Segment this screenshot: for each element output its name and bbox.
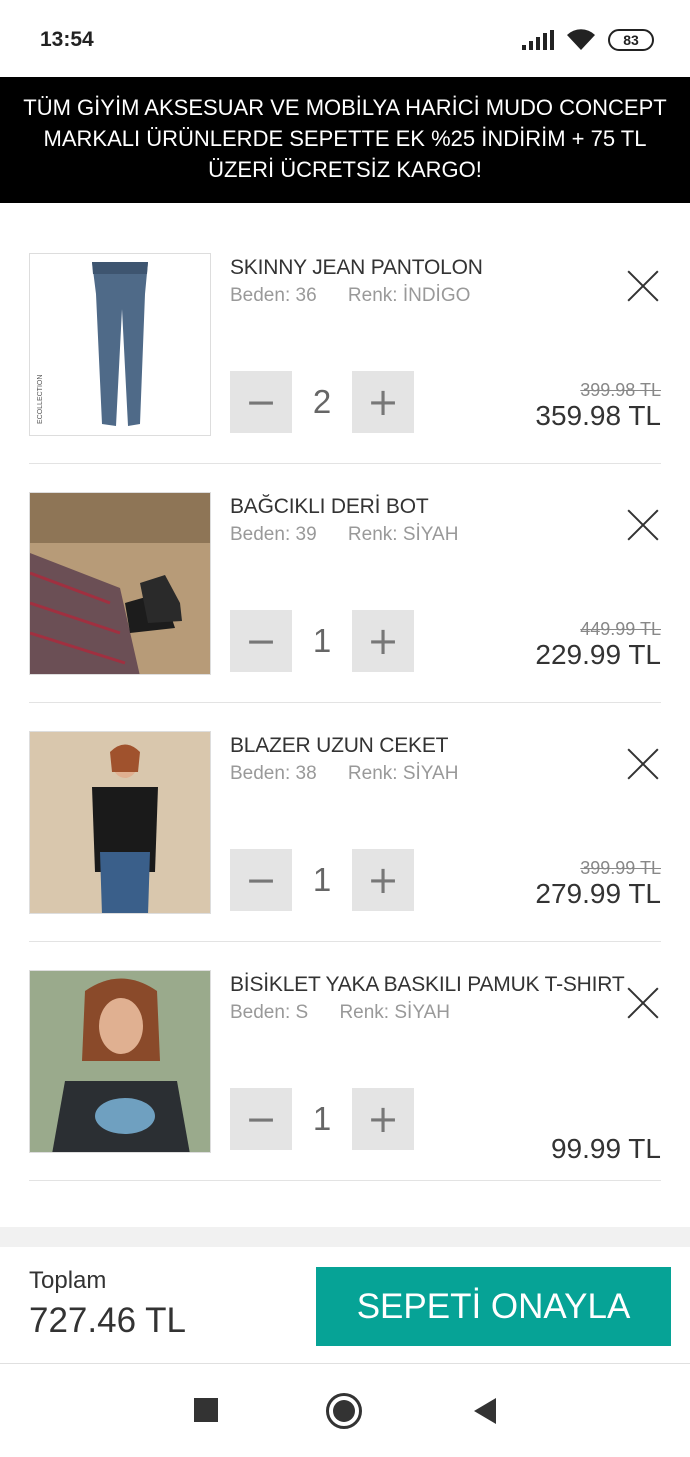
- product-name[interactable]: BLAZER UZUN CEKET: [230, 734, 449, 758]
- cart-list: ECOLLECTION SKINNY JEAN PANTOLON Beden: …: [0, 203, 690, 1181]
- quantity-stepper: − 2 +: [230, 371, 414, 433]
- increase-quantity-button[interactable]: +: [352, 371, 414, 433]
- price: 279.99 TL: [535, 878, 661, 909]
- product-image-boots[interactable]: [29, 492, 211, 675]
- product-size: Beden: 36: [230, 285, 317, 306]
- cart-item: ECOLLECTION SKINNY JEAN PANTOLON Beden: …: [0, 203, 690, 464]
- confirm-cart-button[interactable]: SEPETİ ONAYLA: [316, 1267, 671, 1346]
- cart-item: BLAZER UZUN CEKET Beden: 38 Renk: SİYAH …: [0, 681, 690, 942]
- remove-item-close-icon[interactable]: [626, 269, 660, 303]
- decrease-quantity-button[interactable]: −: [230, 610, 292, 672]
- system-nav-bar: [0, 1365, 690, 1457]
- section-gap: [0, 1227, 690, 1247]
- product-name[interactable]: BAĞCIKLI DERİ BOT: [230, 495, 429, 519]
- cart-footer: Toplam 727.46 TL SEPETİ ONAYLA: [0, 1247, 690, 1364]
- product-color: Renk: SİYAH: [339, 1002, 450, 1023]
- price: 229.99 TL: [535, 639, 661, 670]
- total-value: 727.46 TL: [29, 1301, 186, 1340]
- product-meta: Beden: 36 Renk: İNDİGO: [230, 285, 496, 307]
- signal-icon: [522, 30, 554, 50]
- quantity-stepper: − 1 +: [230, 849, 414, 911]
- product-name[interactable]: SKINNY JEAN PANTOLON: [230, 256, 483, 280]
- product-meta: Beden: S Renk: SİYAH: [230, 1002, 476, 1024]
- product-size: Beden: S: [230, 1002, 309, 1023]
- product-size: Beden: 38: [230, 763, 317, 784]
- quantity-stepper: − 1 +: [230, 610, 414, 672]
- product-name[interactable]: BİSİKLET YAKA BASKILI PAMUK T-SHIRT: [230, 973, 625, 997]
- product-color: Renk: SİYAH: [347, 524, 459, 545]
- price: 99.99 TL: [550, 1133, 661, 1164]
- old-price: 399.99 TL: [580, 858, 661, 878]
- quantity-value: 1: [312, 1100, 332, 1137]
- old-price: 449.99 TL: [580, 619, 661, 639]
- cart-item: BAĞCIKLI DERİ BOT Beden: 39 Renk: SİYAH …: [0, 442, 690, 703]
- decrease-quantity-button[interactable]: −: [230, 371, 292, 433]
- promo-banner[interactable]: TÜM GİYİM AKSESUAR VE MOBİLYA HARİCİ MUD…: [0, 77, 690, 203]
- product-meta: Beden: 39 Renk: SİYAH: [230, 524, 484, 546]
- home-icon[interactable]: [326, 1393, 362, 1429]
- quantity-value: 1: [312, 622, 332, 659]
- status-icons: 83: [522, 26, 654, 54]
- product-image-blazer[interactable]: [29, 731, 211, 914]
- product-color: Renk: İNDİGO: [347, 285, 471, 306]
- old-price: 399.98 TL: [580, 380, 661, 400]
- wifi-icon: [567, 29, 595, 50]
- product-image-tshirt[interactable]: [29, 970, 211, 1153]
- status-time: 13:54: [40, 28, 94, 51]
- product-size: Beden: 39: [230, 524, 317, 545]
- decrease-quantity-button[interactable]: −: [230, 849, 292, 911]
- thumb-brand-text: ECOLLECTION: [37, 375, 44, 424]
- item-divider: [29, 1180, 661, 1181]
- cart-item: BİSİKLET YAKA BASKILI PAMUK T-SHIRT Bede…: [0, 920, 690, 1181]
- recent-apps-icon[interactable]: [189, 1393, 225, 1429]
- decrease-quantity-button[interactable]: −: [230, 1088, 292, 1150]
- status-bar: 13:54 83: [0, 0, 690, 77]
- increase-quantity-button[interactable]: +: [352, 849, 414, 911]
- back-icon[interactable]: [470, 1393, 506, 1429]
- quantity-value: 2: [312, 383, 332, 420]
- battery-icon: 83: [608, 29, 654, 51]
- quantity-value: 1: [312, 861, 332, 898]
- total-label: Toplam: [29, 1267, 107, 1294]
- price: 359.98 TL: [535, 400, 661, 431]
- product-color: Renk: SİYAH: [347, 763, 459, 784]
- quantity-stepper: − 1 +: [230, 1088, 414, 1150]
- product-image-jeans[interactable]: ECOLLECTION: [29, 253, 211, 436]
- remove-item-close-icon[interactable]: [626, 508, 660, 542]
- increase-quantity-button[interactable]: +: [352, 1088, 414, 1150]
- remove-item-close-icon[interactable]: [626, 747, 660, 781]
- increase-quantity-button[interactable]: +: [352, 610, 414, 672]
- product-meta: Beden: 38 Renk: SİYAH: [230, 763, 484, 785]
- remove-item-close-icon[interactable]: [626, 986, 660, 1020]
